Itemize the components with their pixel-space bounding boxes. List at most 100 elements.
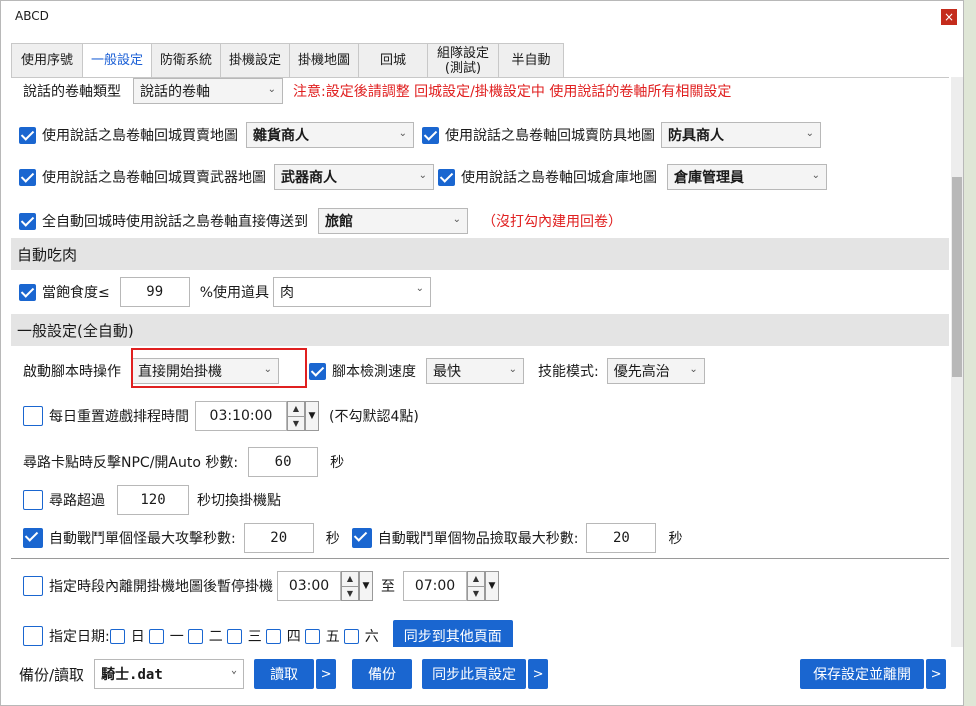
tab-defense[interactable]: 防衛系統 bbox=[151, 43, 221, 77]
item-timeout-unit: 秒 bbox=[668, 531, 683, 547]
period-to-dropdown[interactable]: ▼ bbox=[485, 571, 499, 601]
sell-misc-checkbox[interactable] bbox=[19, 126, 36, 144]
sell-weapon-label: 使用說話之島卷軸回城買賣武器地圖 bbox=[42, 170, 266, 186]
path-timeout-checkbox[interactable] bbox=[23, 490, 43, 510]
close-button[interactable]: × bbox=[941, 9, 957, 25]
window-title: ABCD bbox=[15, 9, 49, 23]
day-checkbox-wed[interactable] bbox=[226, 628, 242, 644]
auto-eat-checkbox[interactable] bbox=[19, 283, 36, 301]
item-timeout-input[interactable]: 20 bbox=[586, 523, 657, 553]
read-more-button[interactable]: > bbox=[316, 659, 337, 689]
period-from-input[interactable]: 03:00 bbox=[277, 571, 341, 601]
monster-timeout-input[interactable]: 20 bbox=[243, 523, 314, 553]
detect-speed-label: 腳本檢測速度 bbox=[332, 364, 416, 380]
scroll-type-note: 注意:設定後請調整 回城設定/掛機設定中 使用說話的卷軸所有相關設定 bbox=[293, 84, 732, 100]
day-checkbox-mon[interactable] bbox=[148, 628, 164, 644]
backup-file-select[interactable]: 騎士.dat ⌄ bbox=[94, 659, 245, 689]
day-label-mon: 一 bbox=[169, 629, 184, 645]
sell-weapon-checkbox[interactable] bbox=[19, 168, 36, 186]
daily-reset-label: 每日重置遊戲排程時間 bbox=[49, 409, 189, 425]
stuck-unit: 秒 bbox=[330, 455, 345, 471]
divider bbox=[11, 558, 949, 559]
skill-mode-select[interactable]: 優先高治 ⌄ bbox=[606, 358, 705, 384]
period-from-dropdown[interactable]: ▼ bbox=[359, 571, 373, 601]
save-and-exit-button[interactable]: 保存設定並離開 bbox=[800, 659, 925, 689]
reset-time-dropdown[interactable]: ▼ bbox=[305, 401, 319, 431]
backup-label: 備份/讀取 bbox=[19, 665, 85, 684]
day-checkbox-thu[interactable] bbox=[265, 628, 281, 644]
scrollbar[interactable] bbox=[951, 77, 963, 647]
day-label-sun: 日 bbox=[130, 629, 145, 645]
day-checkbox-sat[interactable] bbox=[343, 628, 359, 644]
period-pause-checkbox[interactable] bbox=[23, 576, 43, 596]
title-bar: ABCD × bbox=[1, 1, 963, 35]
sell-misc-label: 使用說話之島卷軸回城買賣地圖 bbox=[42, 128, 238, 144]
use-item-label: %使用道具 bbox=[199, 285, 270, 301]
warehouse-label: 使用說話之島卷軸回城倉庫地圖 bbox=[461, 170, 657, 186]
tab-idle-map[interactable]: 掛機地圖 bbox=[289, 43, 359, 77]
warehouse-checkbox[interactable] bbox=[438, 168, 455, 186]
teleport-checkbox[interactable] bbox=[19, 212, 36, 230]
scroll-type-select[interactable]: 說話的卷軸 ⌄ bbox=[133, 78, 283, 104]
period-to-spinner[interactable]: ▲ ▼ bbox=[467, 571, 485, 601]
warehouse-select[interactable]: 倉庫管理員 ⌄ bbox=[667, 164, 827, 190]
period-pause-label: 指定時段內離開掛機地圖後暫停掛機 bbox=[49, 579, 273, 595]
monster-timeout-checkbox[interactable] bbox=[23, 528, 43, 548]
day-checkbox-sun[interactable] bbox=[109, 628, 125, 644]
sell-armor-checkbox[interactable] bbox=[422, 126, 439, 144]
day-label-sat: 六 bbox=[364, 629, 379, 645]
period-to-input[interactable]: 07:00 bbox=[403, 571, 467, 601]
path-timeout-input[interactable]: 120 bbox=[117, 485, 189, 515]
backup-button[interactable]: 備份 bbox=[352, 659, 413, 689]
item-timeout-checkbox[interactable] bbox=[351, 528, 372, 548]
tab-idle-settings[interactable]: 掛機設定 bbox=[220, 43, 290, 77]
tab-bar: 使用序號 一般設定 防衛系統 掛機設定 掛機地圖 回城 組隊設定 (測試) 半自… bbox=[11, 43, 564, 77]
day-checkbox-tue[interactable] bbox=[187, 628, 203, 644]
sync-page-more-button[interactable]: > bbox=[528, 659, 549, 689]
tab-general[interactable]: 一般設定 bbox=[82, 43, 152, 77]
eat-item-select[interactable]: 肉 ⌄ bbox=[273, 277, 432, 307]
period-from-spinner[interactable]: ▲ ▼ bbox=[341, 571, 359, 601]
detect-speed-checkbox[interactable] bbox=[309, 362, 326, 380]
sell-weapon-select[interactable]: 武器商人 ⌄ bbox=[274, 164, 434, 190]
scrollbar-thumb[interactable] bbox=[952, 177, 962, 377]
specific-date-label: 指定日期: bbox=[49, 629, 110, 645]
sync-page-button[interactable]: 同步此頁設定 bbox=[422, 659, 527, 689]
reset-note: (不勾默認4點) bbox=[329, 409, 419, 425]
tab-return[interactable]: 回城 bbox=[358, 43, 428, 77]
teleport-note: （沒打勾內建用回卷） bbox=[482, 214, 622, 230]
specific-date-checkbox[interactable] bbox=[23, 626, 43, 646]
monster-timeout-label: 自動戰鬥單個怪最大攻擊秒數: bbox=[49, 531, 236, 547]
scroll-type-label: 說話的卷軸類型 bbox=[23, 84, 121, 100]
day-label-wed: 三 bbox=[247, 629, 262, 645]
teleport-select[interactable]: 旅館 ⌄ bbox=[318, 208, 468, 234]
sync-other-pages-button[interactable]: 同步到其他頁面 bbox=[392, 620, 513, 647]
tab-serial[interactable]: 使用序號 bbox=[11, 43, 83, 77]
highlight-box bbox=[131, 348, 307, 388]
period-to-label: 至 bbox=[381, 579, 395, 595]
detect-speed-select[interactable]: 最快 ⌄ bbox=[426, 358, 524, 384]
auto-eat-header: 自動吃肉 bbox=[11, 238, 949, 270]
tab-party[interactable]: 組隊設定 (測試) bbox=[427, 43, 499, 77]
day-label-thu: 四 bbox=[286, 629, 301, 645]
sell-misc-select[interactable]: 雜貨商人 ⌄ bbox=[246, 122, 414, 148]
skill-mode-label: 技能模式: bbox=[538, 364, 599, 380]
reset-time-spinner[interactable]: ▲ ▼ bbox=[287, 401, 305, 431]
stuck-seconds-input[interactable]: 60 bbox=[248, 447, 319, 477]
daily-reset-checkbox[interactable] bbox=[23, 406, 43, 426]
monster-timeout-unit: 秒 bbox=[325, 531, 340, 547]
settings-panel: 說話的卷軸類型 說話的卷軸 ⌄ 注意:設定後請調整 回城設定/掛機設定中 使用說話… bbox=[11, 77, 949, 647]
save-more-button[interactable]: > bbox=[926, 659, 947, 689]
read-button[interactable]: 讀取 bbox=[254, 659, 315, 689]
auto-eat-label: 當飽食度≤ bbox=[42, 285, 110, 301]
teleport-label: 全自動回城時使用說話之島卷軸直接傳送到 bbox=[42, 214, 308, 230]
day-label-tue: 二 bbox=[208, 629, 223, 645]
sell-armor-select[interactable]: 防具商人 ⌄ bbox=[661, 122, 821, 148]
stuck-label: 尋路卡點時反擊NPC/開Auto 秒數: bbox=[23, 455, 239, 471]
main-window: ABCD × 使用序號 一般設定 防衛系統 掛機設定 掛機地圖 回城 組隊設定 … bbox=[0, 0, 964, 706]
general-header: 一般設定(全自動) bbox=[11, 314, 949, 346]
tab-semi-auto[interactable]: 半自動 bbox=[498, 43, 564, 77]
satiety-input[interactable]: 99 bbox=[119, 277, 190, 307]
day-checkbox-fri[interactable] bbox=[304, 628, 320, 644]
reset-time-input[interactable]: 03:10:00 bbox=[195, 401, 287, 431]
